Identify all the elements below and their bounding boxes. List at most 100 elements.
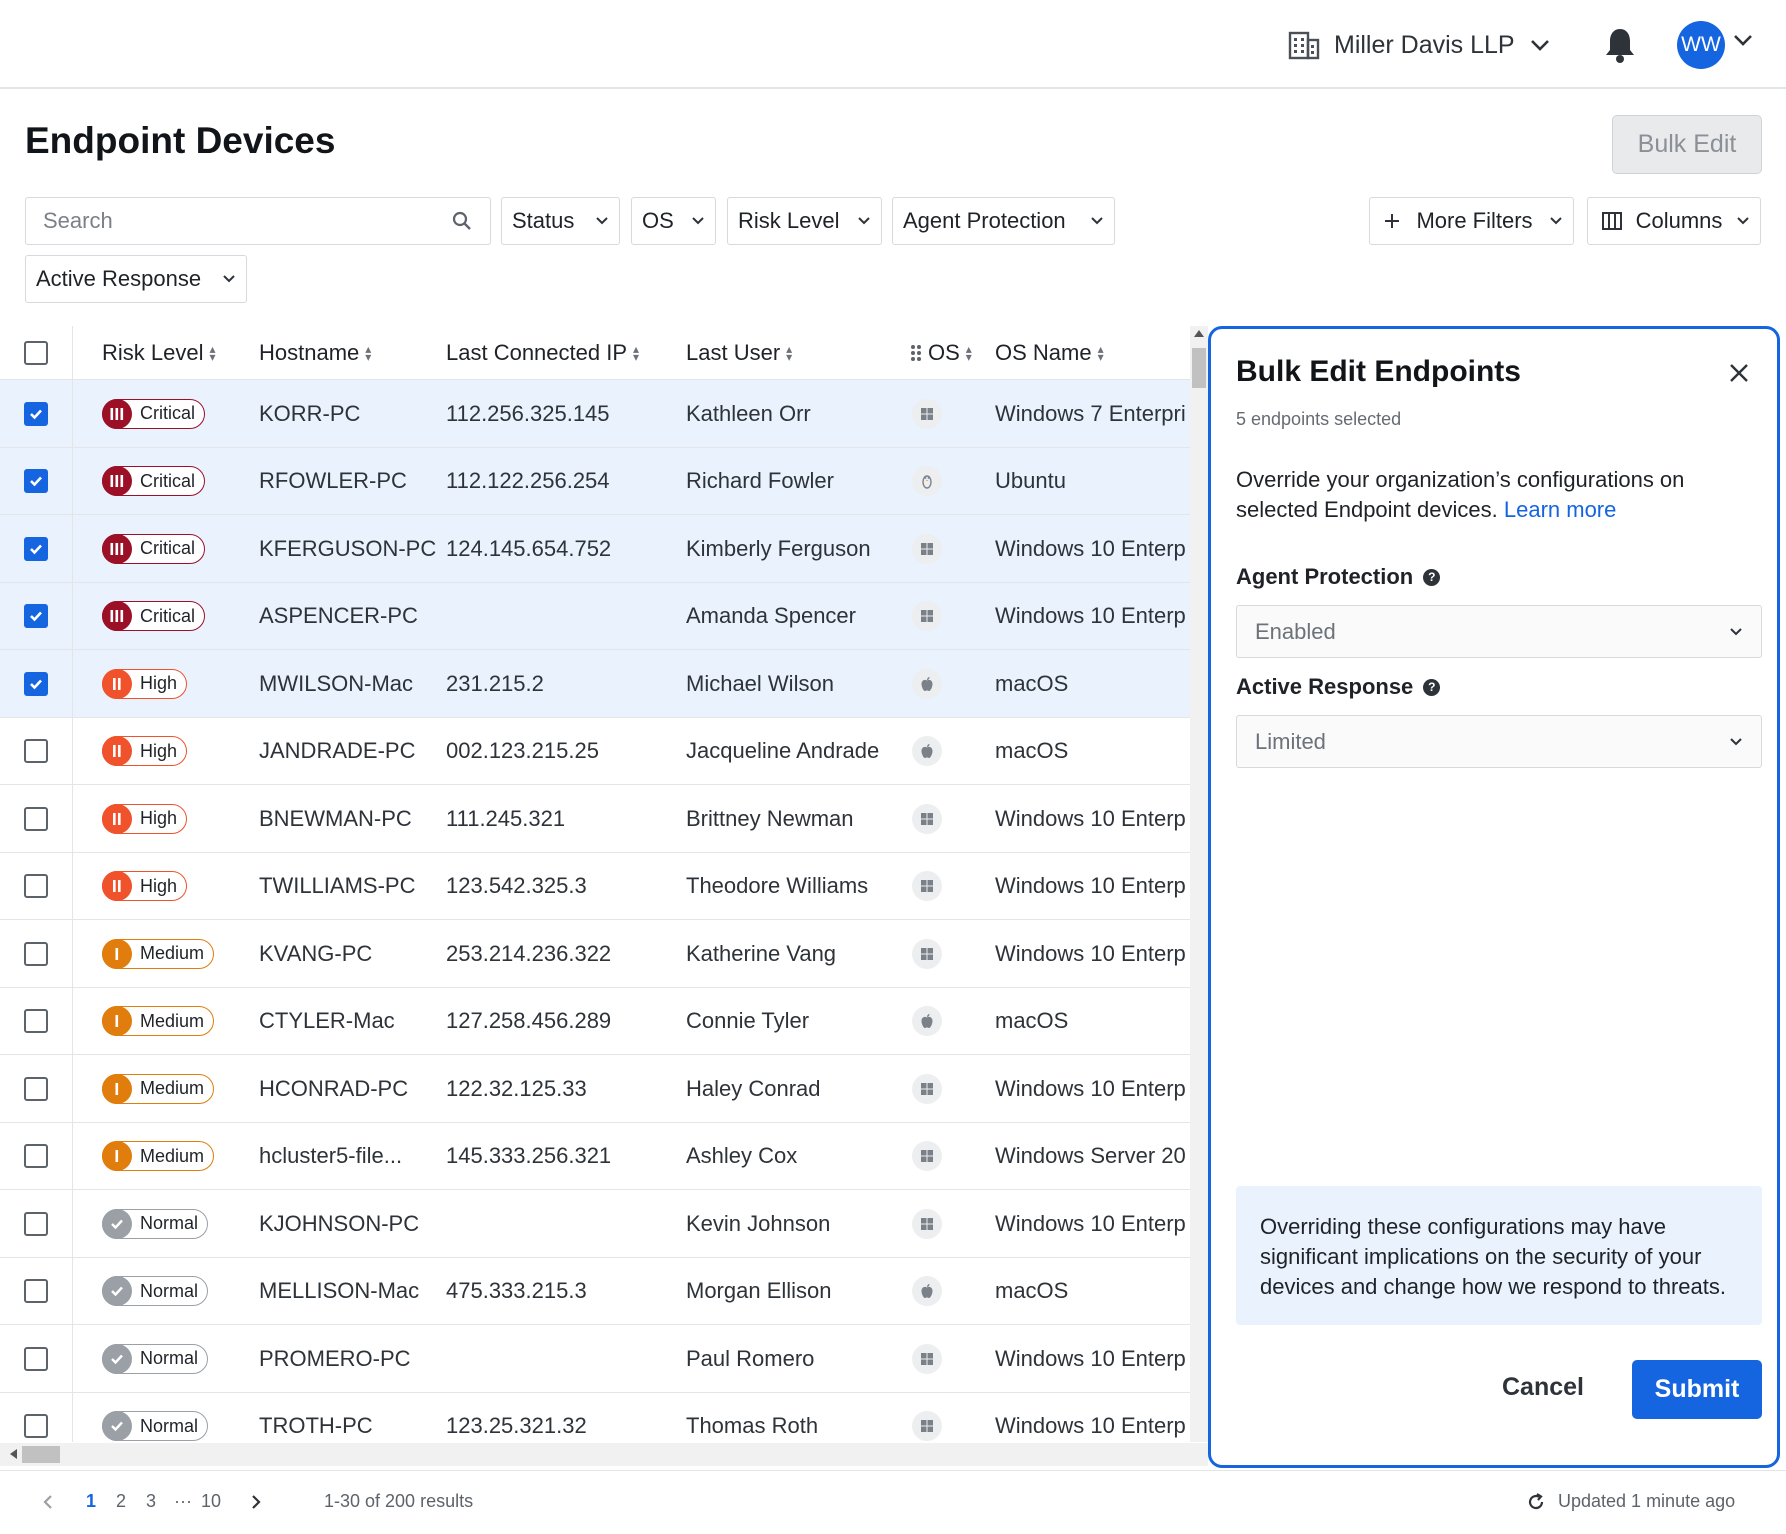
vertical-scrollbar[interactable] bbox=[1190, 326, 1208, 1442]
sort-icon: ▴ ▾ bbox=[786, 342, 793, 364]
row-checkbox[interactable] bbox=[24, 806, 48, 831]
page-3[interactable]: 3 bbox=[146, 1491, 156, 1512]
row-checkbox[interactable] bbox=[24, 671, 48, 696]
page-2[interactable]: 2 bbox=[116, 1491, 126, 1512]
row-checkbox[interactable] bbox=[24, 604, 48, 629]
hostname-cell[interactable]: RFOWLER-PC bbox=[259, 448, 437, 515]
table-row[interactable]: High JANDRADE-PC 002.123.215.25 Jacqueline … bbox=[0, 717, 1190, 785]
risk-label: High bbox=[140, 875, 178, 896]
hostname-cell[interactable]: BNEWMAN-PC bbox=[259, 785, 437, 852]
hostname-cell[interactable]: hcluster5-file... bbox=[259, 1123, 437, 1190]
help-icon[interactable]: ? bbox=[1423, 678, 1441, 696]
table-row[interactable]: High MWILSON-Mac 231.215.2 Michael Wilson ma… bbox=[0, 650, 1190, 718]
page-10[interactable]: 10 bbox=[201, 1491, 221, 1512]
risk-level-filter[interactable]: Risk Level bbox=[727, 197, 882, 245]
col-ip[interactable]: Last Connected IP ▴ ▾ bbox=[446, 340, 639, 366]
row-checkbox[interactable] bbox=[24, 1346, 48, 1371]
close-icon[interactable] bbox=[1729, 363, 1749, 383]
avatar[interactable]: WW bbox=[1677, 21, 1725, 69]
risk-badge: Critical bbox=[102, 601, 206, 631]
drag-handle-icon[interactable] bbox=[910, 344, 922, 362]
col-os[interactable]: OS ▴ ▾ bbox=[910, 340, 972, 366]
row-checkbox[interactable] bbox=[24, 401, 48, 426]
more-filters-button[interactable]: More Filters bbox=[1369, 197, 1574, 245]
search-icon[interactable] bbox=[452, 211, 472, 231]
hostname-cell[interactable]: KFERGUSON-PC bbox=[259, 515, 437, 582]
row-checkbox[interactable] bbox=[24, 469, 48, 494]
search-input[interactable] bbox=[43, 208, 443, 234]
chevron-left-icon[interactable] bbox=[43, 1494, 53, 1510]
row-checkbox[interactable] bbox=[24, 874, 48, 899]
submit-button[interactable]: Submit bbox=[1632, 1360, 1762, 1419]
learn-more-link[interactable]: Learn more bbox=[1504, 497, 1617, 522]
col-ip-label: Last Connected IP bbox=[446, 340, 628, 365]
hostname-cell[interactable]: TWILLIAMS-PC bbox=[259, 853, 437, 920]
active-response-select[interactable]: Limited bbox=[1236, 715, 1762, 768]
table-row[interactable]: Medium hcluster5-file... 145.333.256.321 As… bbox=[0, 1122, 1190, 1190]
refresh-icon[interactable] bbox=[1526, 1492, 1546, 1512]
chevron-down-icon[interactable] bbox=[1732, 33, 1754, 47]
hostname-cell[interactable]: PROMERO-PC bbox=[259, 1325, 437, 1392]
columns-button[interactable]: Columns bbox=[1587, 197, 1761, 245]
row-checkbox[interactable] bbox=[24, 941, 48, 966]
table-row[interactable]: Normal PROMERO-PC Paul Romero Windows 10 En… bbox=[0, 1325, 1190, 1393]
hostname-cell[interactable]: MELLISON-Mac bbox=[259, 1258, 437, 1325]
bell-icon[interactable] bbox=[1603, 26, 1637, 64]
row-checkbox[interactable] bbox=[24, 1009, 48, 1034]
chevron-down-icon bbox=[1530, 40, 1549, 51]
col-risk-level[interactable]: Risk Level ▴ ▾ bbox=[102, 340, 216, 366]
row-checkbox[interactable] bbox=[24, 1279, 48, 1304]
table-row[interactable]: Medium CTYLER-Mac 127.258.456.289 Connie Ty… bbox=[0, 987, 1190, 1055]
agent-protection-filter[interactable]: Agent Protection bbox=[892, 197, 1115, 245]
table-row[interactable]: Critical ASPENCER-PC Amanda Spencer Windows… bbox=[0, 582, 1190, 650]
hostname-cell[interactable]: CTYLER-Mac bbox=[259, 988, 437, 1055]
status-filter[interactable]: Status bbox=[501, 197, 620, 245]
hostname-cell[interactable]: JANDRADE-PC bbox=[259, 718, 437, 785]
col-hostname[interactable]: Hostname ▴ ▾ bbox=[259, 340, 371, 366]
table-row[interactable]: Normal TROTH-PC 123.25.321.32 Thomas Roth Wi… bbox=[0, 1392, 1190, 1443]
col-last-user[interactable]: Last User ▴ ▾ bbox=[686, 340, 792, 366]
org-switcher[interactable]: Miller Davis LLP bbox=[1288, 28, 1551, 62]
col-risk-level-label: Risk Level bbox=[102, 340, 204, 365]
help-icon[interactable]: ? bbox=[1423, 568, 1441, 586]
table-row[interactable]: Critical RFOWLER-PC 112.122.256.254 Richard… bbox=[0, 447, 1190, 515]
bulk-edit-button[interactable]: Bulk Edit bbox=[1612, 115, 1762, 174]
hostname-cell[interactable]: KVANG-PC bbox=[259, 920, 437, 987]
row-checkbox[interactable] bbox=[24, 536, 48, 561]
chevron-right-icon[interactable] bbox=[251, 1494, 261, 1510]
select-all-checkbox[interactable] bbox=[24, 341, 48, 365]
row-checkbox[interactable] bbox=[24, 1211, 48, 1236]
table-row[interactable]: Critical KORR-PC 112.256.325.145 Kathleen O… bbox=[0, 380, 1190, 448]
hostname-cell[interactable]: KJOHNSON-PC bbox=[259, 1190, 437, 1257]
scroll-up-arrow[interactable] bbox=[1194, 330, 1204, 337]
hostname-cell[interactable]: ASPENCER-PC bbox=[259, 583, 437, 650]
agent-protection-select[interactable]: Enabled bbox=[1236, 605, 1762, 658]
agent-protection-label: Agent Protection ? bbox=[1236, 564, 1441, 590]
table-row[interactable]: Medium KVANG-PC 253.214.236.322 Katherine V… bbox=[0, 920, 1190, 988]
cancel-button[interactable]: Cancel bbox=[1488, 1360, 1598, 1415]
row-checkbox[interactable] bbox=[24, 1076, 48, 1101]
table-row[interactable]: High TWILLIAMS-PC 123.542.325.3 Theodore Wi… bbox=[0, 852, 1190, 920]
row-checkbox[interactable] bbox=[24, 739, 48, 764]
table-row[interactable]: High BNEWMAN-PC 111.245.321 Brittney Newman… bbox=[0, 785, 1190, 853]
horizontal-scrollbar[interactable] bbox=[0, 1443, 1208, 1466]
hostname-cell[interactable]: MWILSON-Mac bbox=[259, 650, 437, 717]
table-row[interactable]: Critical KFERGUSON-PC 124.145.654.752 Kimbe… bbox=[0, 515, 1190, 583]
risk-level-icon bbox=[102, 871, 132, 901]
row-checkbox[interactable] bbox=[24, 1144, 48, 1169]
page-1[interactable]: 1 bbox=[86, 1491, 96, 1512]
scroll-thumb[interactable] bbox=[1192, 348, 1206, 388]
col-os-name[interactable]: OS Name ▴ ▾ bbox=[995, 340, 1104, 366]
hostname-cell[interactable]: KORR-PC bbox=[259, 380, 437, 447]
risk-level-icon bbox=[102, 1006, 132, 1036]
scroll-thumb[interactable] bbox=[22, 1446, 60, 1463]
scroll-left-arrow[interactable] bbox=[10, 1449, 17, 1459]
active-response-filter[interactable]: Active Response bbox=[25, 255, 247, 303]
table-row[interactable]: Normal KJOHNSON-PC Kevin Johnson Windows 10… bbox=[0, 1190, 1190, 1258]
hostname-cell[interactable]: TROTH-PC bbox=[259, 1393, 437, 1443]
os-filter[interactable]: OS bbox=[631, 197, 716, 245]
row-checkbox[interactable] bbox=[24, 1414, 48, 1439]
table-row[interactable]: Medium HCONRAD-PC 122.32.125.33 Haley Conra… bbox=[0, 1055, 1190, 1123]
hostname-cell[interactable]: HCONRAD-PC bbox=[259, 1055, 437, 1122]
table-row[interactable]: Normal MELLISON-Mac 475.333.215.3 Morgan El… bbox=[0, 1257, 1190, 1325]
